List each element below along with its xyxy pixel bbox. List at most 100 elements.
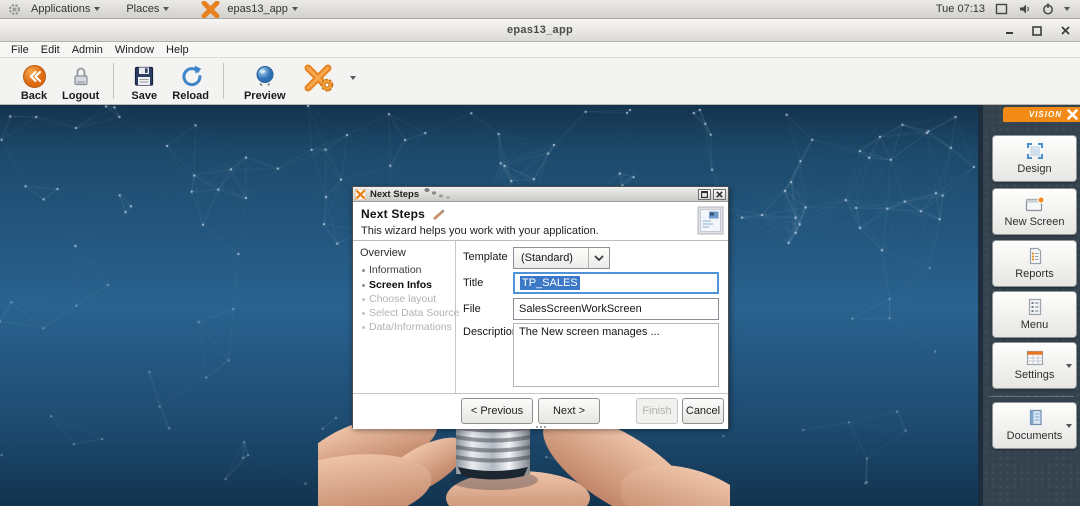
menu-window[interactable]: Window [109, 42, 160, 58]
preview-icon [253, 63, 277, 89]
back-button[interactable]: Back [12, 58, 56, 104]
logout-label: Logout [62, 90, 99, 102]
wizard-step-label: Select Data Source [369, 307, 459, 319]
reload-icon [179, 63, 203, 89]
wizard-step-data-informations[interactable]: Data/Informations [362, 321, 452, 333]
menu-list-icon [1026, 298, 1044, 316]
settings-dropdown-icon[interactable] [1066, 364, 1072, 368]
description-label: Description [463, 326, 518, 338]
wizard-step-choose-layout[interactable]: Choose layout [362, 293, 436, 305]
window-titlebar[interactable]: epas13_app [0, 19, 1080, 42]
app-menu-label: epas13_app [227, 3, 288, 15]
screen: Applications Places epas13_app Tue 07:13 [0, 0, 1080, 506]
dialog-close-icon[interactable] [713, 189, 726, 200]
volume-icon[interactable] [1018, 3, 1032, 15]
wizard-form: Template (Standard) Title TP_SALES File … [456, 241, 730, 393]
chevron-down-icon [163, 7, 169, 11]
dialog-title: Next Steps [370, 189, 419, 200]
power-icon[interactable] [1042, 3, 1054, 15]
wizard-step-label: Data/Informations [369, 321, 452, 333]
menu-file[interactable]: File [5, 42, 35, 58]
places-menu[interactable]: Places [118, 0, 177, 19]
close-icon[interactable] [1058, 24, 1072, 38]
dialog-header: Next Steps This wizard helps you work wi… [353, 202, 728, 241]
settings-label: Settings [1015, 369, 1055, 381]
next-steps-dialog: Next Steps [352, 186, 729, 428]
dialog-footer: < Previous Next > Finish Cancel [353, 393, 728, 429]
wizard-step-label: Information [369, 264, 422, 276]
menu-button[interactable]: Menu [992, 291, 1077, 338]
next-button[interactable]: Next > [538, 398, 600, 424]
vision-tab-label: VISION [1029, 110, 1062, 119]
wizard-header-icon [697, 205, 725, 236]
logout-button[interactable]: Logout [56, 58, 105, 104]
content-area: VISION Design [0, 105, 1080, 506]
bullet-icon [362, 312, 365, 315]
sidebar: VISION Design [978, 105, 1080, 506]
app-menu[interactable]: epas13_app [193, 0, 306, 19]
finish-button[interactable]: Finish [636, 398, 678, 424]
desktop-top-bar: Applications Places epas13_app Tue 07:13 [0, 0, 1080, 19]
dialog-maximize-icon[interactable] [698, 189, 711, 200]
documents-button[interactable]: Documents [992, 402, 1077, 449]
reload-button[interactable]: Reload [166, 58, 215, 104]
window-selector-icon[interactable] [995, 3, 1008, 15]
minimize-icon[interactable] [1002, 24, 1016, 38]
file-label: File [463, 303, 481, 315]
title-label: Title [463, 277, 483, 289]
design-icon [1026, 142, 1044, 160]
bullet-icon [362, 284, 365, 287]
title-input[interactable]: TP_SALES [513, 272, 719, 294]
previous-button[interactable]: < Previous [461, 398, 533, 424]
design-button[interactable]: Design [992, 135, 1077, 182]
dialog-titlebar[interactable]: Next Steps [353, 187, 728, 202]
menu-admin[interactable]: Admin [66, 42, 109, 58]
chevron-down-icon [94, 7, 100, 11]
design-label: Design [1017, 163, 1051, 175]
preview-button[interactable]: Preview [238, 58, 292, 104]
toolbar-separator [223, 63, 224, 99]
file-input[interactable] [513, 298, 719, 320]
toolbar: Back Logout [0, 58, 1080, 105]
back-icon [22, 63, 47, 89]
reload-label: Reload [172, 90, 209, 102]
chevron-down-icon[interactable] [1064, 7, 1070, 11]
clock[interactable]: Tue 07:13 [936, 3, 985, 15]
reports-icon [1026, 247, 1044, 265]
wizard-step-information[interactable]: Information [362, 264, 422, 276]
resize-grip[interactable] [536, 426, 546, 428]
wizard-step-screen-infos[interactable]: Screen Infos [362, 279, 432, 291]
save-label: Save [131, 90, 157, 102]
wizard-step-select-data-source[interactable]: Select Data Source [362, 307, 459, 319]
description-textarea[interactable]: The New screen manages ... [513, 323, 719, 387]
documents-dropdown-icon[interactable] [1066, 424, 1072, 428]
reports-button[interactable]: Reports [992, 240, 1077, 287]
template-select[interactable]: (Standard) [513, 247, 610, 269]
bullet-icon [362, 326, 365, 329]
template-select-value: (Standard) [514, 252, 588, 264]
maximize-icon[interactable] [1030, 24, 1044, 38]
vision-close-icon[interactable] [1064, 107, 1080, 122]
new-screen-label: New Screen [1005, 216, 1065, 228]
title-input-value: TP_SALES [520, 276, 580, 290]
cancel-button[interactable]: Cancel [682, 398, 724, 424]
back-label: Back [21, 90, 47, 102]
places-menu-label: Places [126, 3, 159, 15]
window-title: epas13_app [507, 24, 573, 36]
menu-label: Menu [1021, 319, 1049, 331]
menubar: File Edit Admin Window Help [0, 42, 1080, 58]
wizard-nav-header: Overview [360, 247, 406, 259]
new-screen-button[interactable]: New Screen [992, 188, 1077, 235]
menu-help[interactable]: Help [160, 42, 195, 58]
wizard-step-label: Choose layout [369, 293, 436, 305]
reports-label: Reports [1015, 268, 1054, 280]
save-button[interactable]: Save [122, 58, 166, 104]
gear-icon [8, 3, 21, 16]
settings-button[interactable]: Settings [992, 342, 1077, 389]
applications-menu-label: Applications [31, 3, 90, 15]
applications-menu[interactable]: Applications [23, 0, 108, 19]
toolbar-dropdown-icon[interactable] [350, 76, 356, 80]
wizard-pencil-icon [431, 208, 445, 220]
dialog-app-icon [355, 189, 366, 200]
menu-edit[interactable]: Edit [35, 42, 66, 58]
